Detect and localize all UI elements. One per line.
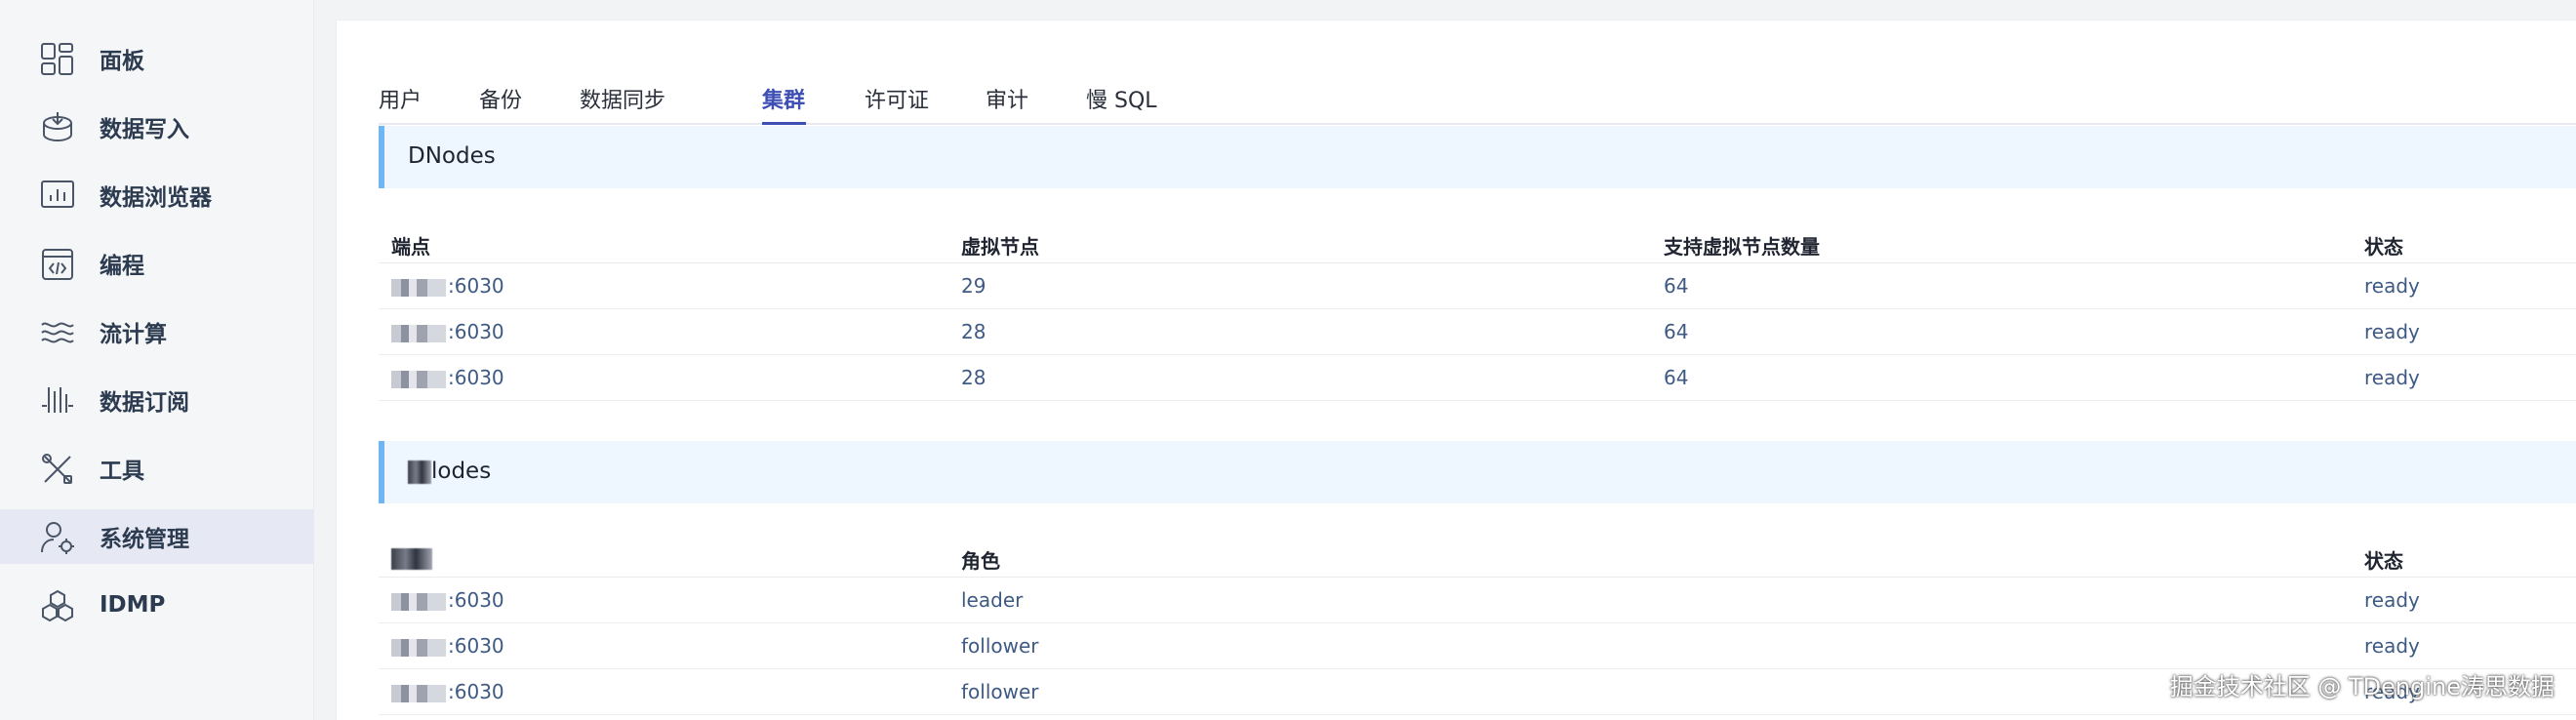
dnodes-section-header: DNodes <box>379 126 2576 188</box>
tab-bar: 用户 备份 数据同步 集群 许可证 审计 慢 SQL <box>379 63 2576 125</box>
watermark: 掘金技术社区 @ TDengine涛思数据 <box>2169 673 2555 700</box>
main-panel: 用户 备份 数据同步 集群 许可证 审计 慢 SQL DNodes 端点 虚拟节… <box>336 20 2576 720</box>
stream-waves-icon <box>39 314 76 351</box>
column-header: 支持虚拟节点数量 <box>1664 235 1820 259</box>
sidebar-item-label: 编程 <box>100 254 144 279</box>
tab-license[interactable]: 许可证 <box>865 83 929 114</box>
redacted-host <box>391 638 446 657</box>
sidebar-item-label: 数据写入 <box>100 117 189 142</box>
tab-slow-sql[interactable]: 慢 SQL <box>1086 83 1157 114</box>
vnodes-cell: 28 <box>961 320 986 343</box>
sidebar-item-label: 数据订阅 <box>100 390 189 416</box>
sidebar-item-label: IDMP <box>100 592 166 618</box>
table-header-row: 端点 虚拟节点 支持虚拟节点数量 状态 <box>379 219 2576 263</box>
tab-users[interactable]: 用户 <box>379 83 422 114</box>
table-row: :6030 follower ready <box>379 623 2576 669</box>
supported-vnodes-cell: 64 <box>1664 366 1689 389</box>
table-row: :6030 28 64 ready <box>379 309 2576 355</box>
endpoint-cell: :6030 <box>391 680 504 703</box>
column-header <box>391 545 432 570</box>
redacted-host <box>391 370 446 388</box>
tab-cluster[interactable]: 集群 <box>762 83 805 114</box>
redacted-host <box>391 278 446 297</box>
sidebar-item-tools[interactable]: 工具 <box>0 441 314 496</box>
column-header: 虚拟节点 <box>961 235 1039 259</box>
idmp-cubes-icon <box>39 587 76 624</box>
vnodes-cell: 28 <box>961 366 986 389</box>
status-cell: ready <box>2364 320 2420 343</box>
redacted-text <box>391 547 432 570</box>
supported-vnodes-cell: 64 <box>1664 274 1689 298</box>
user-settings-icon <box>39 519 76 556</box>
column-header: 状态 <box>2364 549 2403 573</box>
role-cell: follower <box>961 680 1039 703</box>
dashboard-icon <box>39 41 76 78</box>
tools-icon <box>39 451 76 488</box>
endpoint-cell: :6030 <box>391 634 504 658</box>
sidebar-item-idmp[interactable]: IDMP <box>0 578 314 632</box>
status-cell: ready <box>2364 274 2420 298</box>
endpoint-cell: :6030 <box>391 366 504 389</box>
sidebar-item-system-management[interactable]: 系统管理 <box>0 509 314 564</box>
tab-audit[interactable]: 审计 <box>986 83 1028 114</box>
database-import-icon <box>39 109 76 146</box>
vnodes-cell: 29 <box>961 274 986 298</box>
sidebar-item-programming[interactable]: 编程 <box>0 236 314 291</box>
sidebar-item-stream-computing[interactable]: 流计算 <box>0 304 314 359</box>
sidebar-item-label: 数据浏览器 <box>100 185 212 211</box>
mnodes-section-title: lodes <box>408 459 491 484</box>
status-cell: ready <box>2364 366 2420 389</box>
sidebar-item-label: 工具 <box>100 459 144 484</box>
code-window-icon <box>39 246 76 283</box>
redacted-host <box>391 324 446 342</box>
sidebar-item-dashboard[interactable]: 面板 <box>0 31 314 86</box>
table-row: :6030 leader ready <box>379 578 2576 623</box>
column-header: 端点 <box>391 235 430 259</box>
sidebar-item-label: 面板 <box>100 49 144 74</box>
mnodes-section-header: lodes <box>379 441 2576 503</box>
sidebar-item-label: 系统管理 <box>100 527 189 552</box>
role-cell: leader <box>961 588 1024 612</box>
table-header-row: 角色 状态 <box>379 533 2576 578</box>
endpoint-cell: :6030 <box>391 588 504 612</box>
column-header: 状态 <box>2364 235 2403 259</box>
tab-backup[interactable]: 备份 <box>479 83 522 114</box>
supported-vnodes-cell: 64 <box>1664 320 1689 343</box>
sidebar-item-label: 流计算 <box>100 322 167 347</box>
active-tab-indicator <box>762 122 806 125</box>
subscribe-bars-icon <box>39 382 76 420</box>
dnodes-table: 端点 虚拟节点 支持虚拟节点数量 状态 :6030 29 64 ready :6… <box>379 219 2576 401</box>
sidebar: 面板 数据写入 数据浏览器 编程 流计算 数据订阅 工具 系统管理 IDMP <box>0 0 314 720</box>
table-row: :6030 28 64 ready <box>379 355 2576 401</box>
status-cell: ready <box>2364 634 2420 658</box>
sidebar-item-data-browser[interactable]: 数据浏览器 <box>0 168 314 222</box>
redacted-host <box>391 684 446 702</box>
tab-data-sync[interactable]: 数据同步 <box>580 83 665 114</box>
redacted-host <box>391 592 446 611</box>
endpoint-cell: :6030 <box>391 320 504 343</box>
dnodes-section-title: DNodes <box>408 143 496 169</box>
endpoint-cell: :6030 <box>391 274 504 298</box>
table-row: :6030 29 64 ready <box>379 263 2576 309</box>
column-header: 角色 <box>961 549 1000 573</box>
redacted-text <box>408 460 431 484</box>
sidebar-item-data-subscription[interactable]: 数据订阅 <box>0 373 314 427</box>
chart-browser-icon <box>39 178 76 215</box>
sidebar-item-data-ingest[interactable]: 数据写入 <box>0 100 314 154</box>
role-cell: follower <box>961 634 1039 658</box>
status-cell: ready <box>2364 588 2420 612</box>
